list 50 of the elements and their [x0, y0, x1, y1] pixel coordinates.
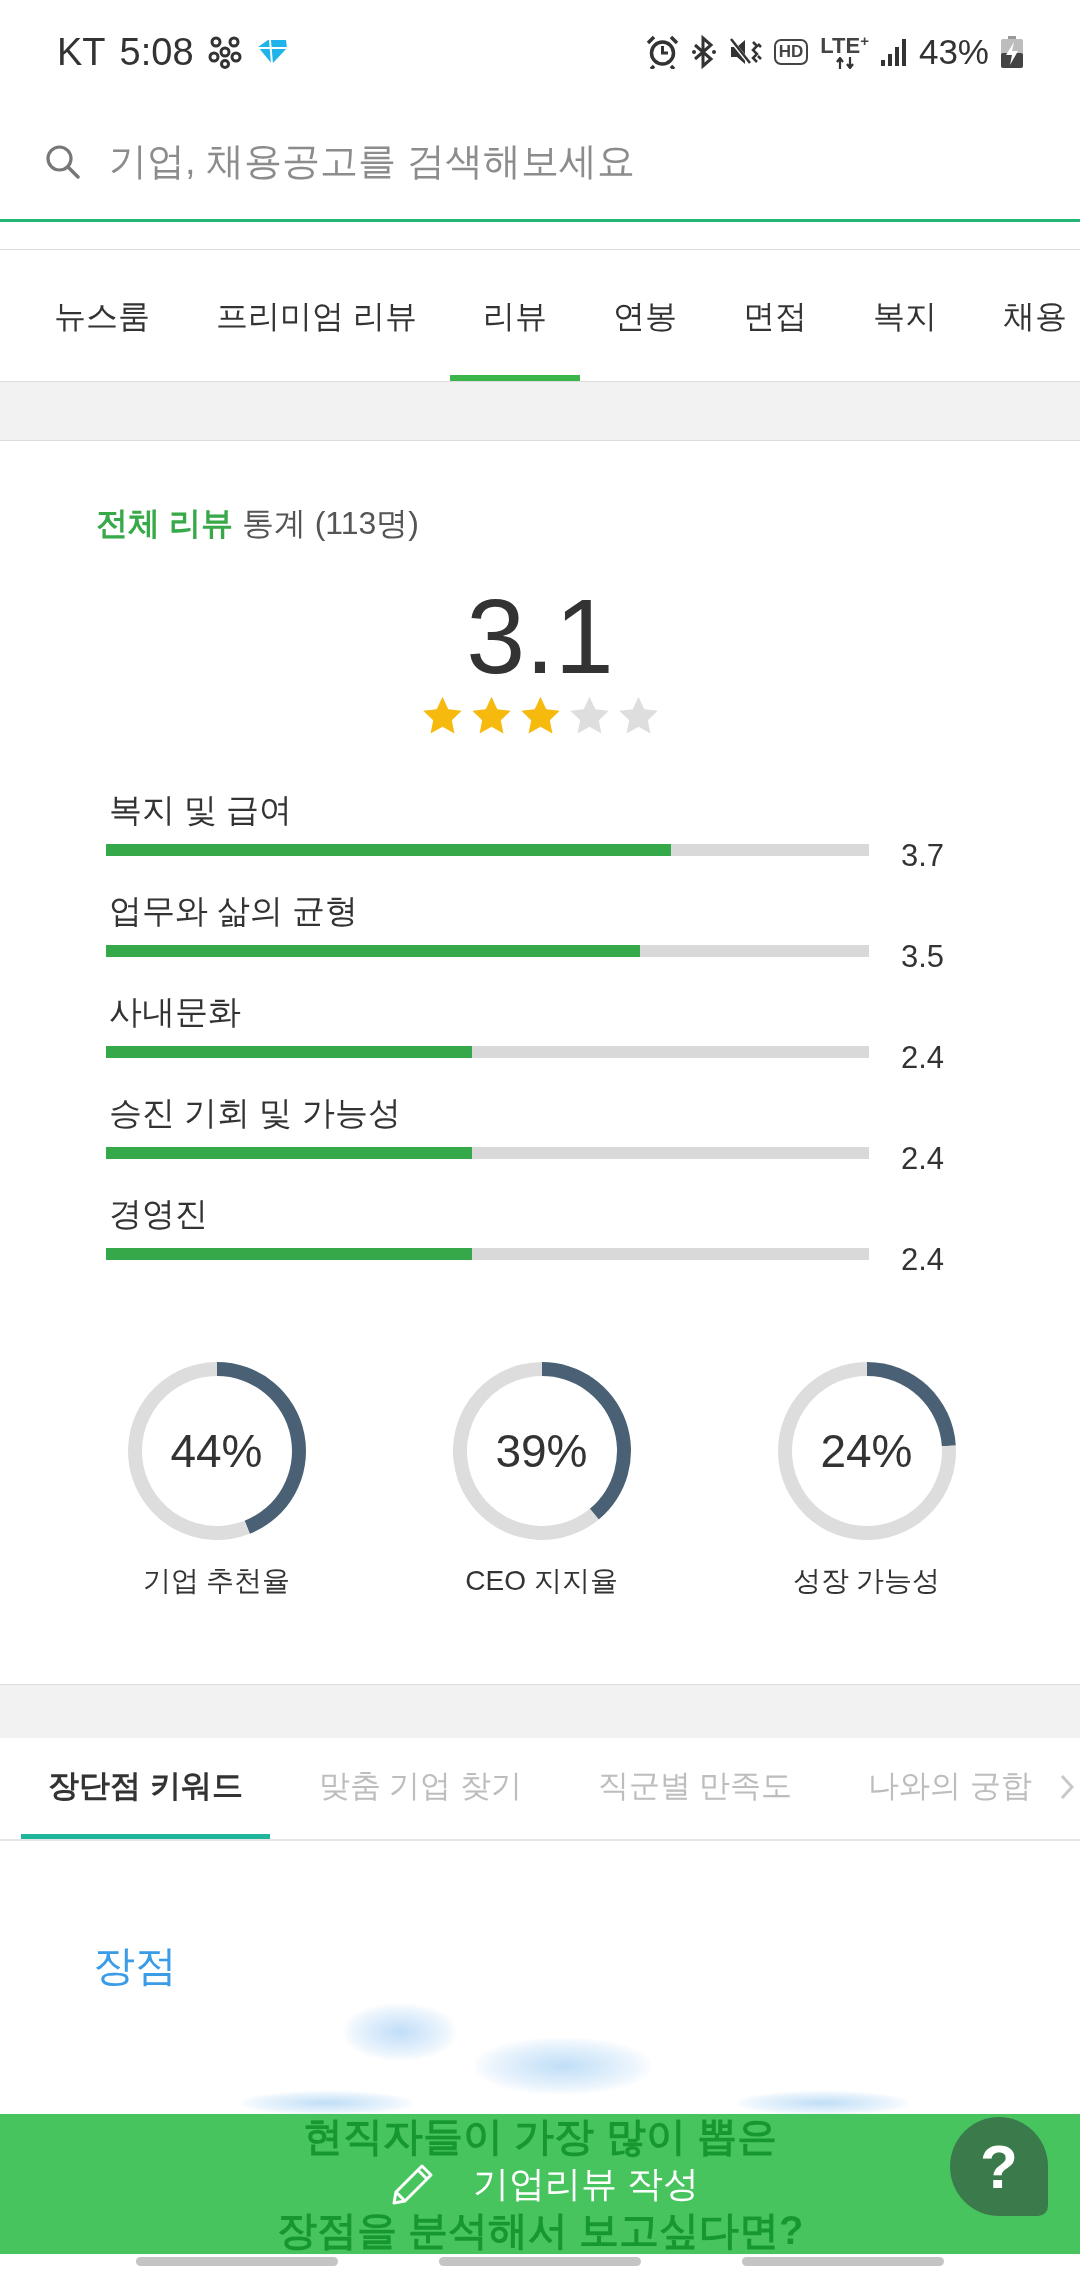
gem-icon	[255, 39, 288, 65]
ratio-percent: 44%	[170, 1424, 263, 1479]
ratio-percent: 39%	[495, 1424, 588, 1479]
category-score: 2.4	[901, 1140, 945, 1178]
star-icon	[568, 695, 610, 736]
category-score: 2.4	[901, 1241, 945, 1279]
category-label: 사내문화	[108, 992, 241, 1032]
nav-tab[interactable]: 프리미엄 리뷰	[183, 250, 450, 381]
category-score: 3.5	[901, 938, 945, 976]
signal-icon	[880, 38, 907, 66]
network-type: LTE$^{+}$	[820, 35, 869, 57]
chevron-right-icon[interactable]	[1060, 1774, 1074, 1800]
pros-heading: 장점	[93, 1941, 177, 1991]
ratio-percent: 24%	[820, 1424, 913, 1479]
category-score: 3.7	[901, 837, 945, 875]
ratio-label: CEO 지지율	[465, 1564, 618, 1598]
category-label: 승진 기회 및 가능성	[108, 1093, 401, 1133]
gesture-hint-bar[interactable]	[439, 2257, 641, 2266]
ratio-label: 성장 가능성	[792, 1564, 941, 1598]
alarm-clock-icon	[645, 35, 679, 69]
search-field[interactable]: 기업, 채용공고를 검색해보세요	[109, 140, 1040, 183]
battery-percent: 43%	[918, 31, 989, 73]
category-score: 2.4	[901, 1039, 945, 1077]
nav-tab[interactable]: 면접	[709, 250, 840, 381]
category-label: 복지 및 급여	[108, 790, 293, 830]
category-label: 경영진	[108, 1194, 208, 1234]
star-icon	[421, 695, 463, 736]
ratio-label: 기업 추천율	[142, 1564, 291, 1598]
category-label: 업무와 삶의 균형	[108, 891, 359, 931]
star-icon	[519, 695, 561, 736]
nav-tab[interactable]: 뉴스룸	[21, 250, 183, 381]
hd-voice-indicator: HD	[773, 39, 809, 65]
overall-score: 3.1	[466, 581, 614, 691]
pencil-icon	[391, 2162, 435, 2206]
gesture-hint-bar[interactable]	[742, 2257, 944, 2266]
review-stats-title: 전체 리뷰 통계 (113명)	[96, 504, 419, 543]
star-icon	[470, 695, 512, 736]
nav-tab[interactable]: 채용	[969, 250, 1080, 381]
nav-tab[interactable]: 연봉	[579, 250, 710, 381]
status-time: 5:08	[119, 30, 194, 74]
nav-tab[interactable]: 복지	[839, 250, 970, 381]
battery-charging-icon	[1001, 36, 1023, 68]
star-icon	[617, 695, 659, 736]
search-icon[interactable]	[45, 144, 80, 179]
section-tab[interactable]: 장단점 키워드	[21, 1738, 270, 1839]
data-arrows-icon	[834, 57, 855, 69]
gesture-hint-bar[interactable]	[136, 2257, 338, 2266]
cluster-icon	[207, 35, 242, 69]
bluetooth-icon	[690, 35, 717, 69]
carrier-name: KT	[57, 30, 106, 74]
